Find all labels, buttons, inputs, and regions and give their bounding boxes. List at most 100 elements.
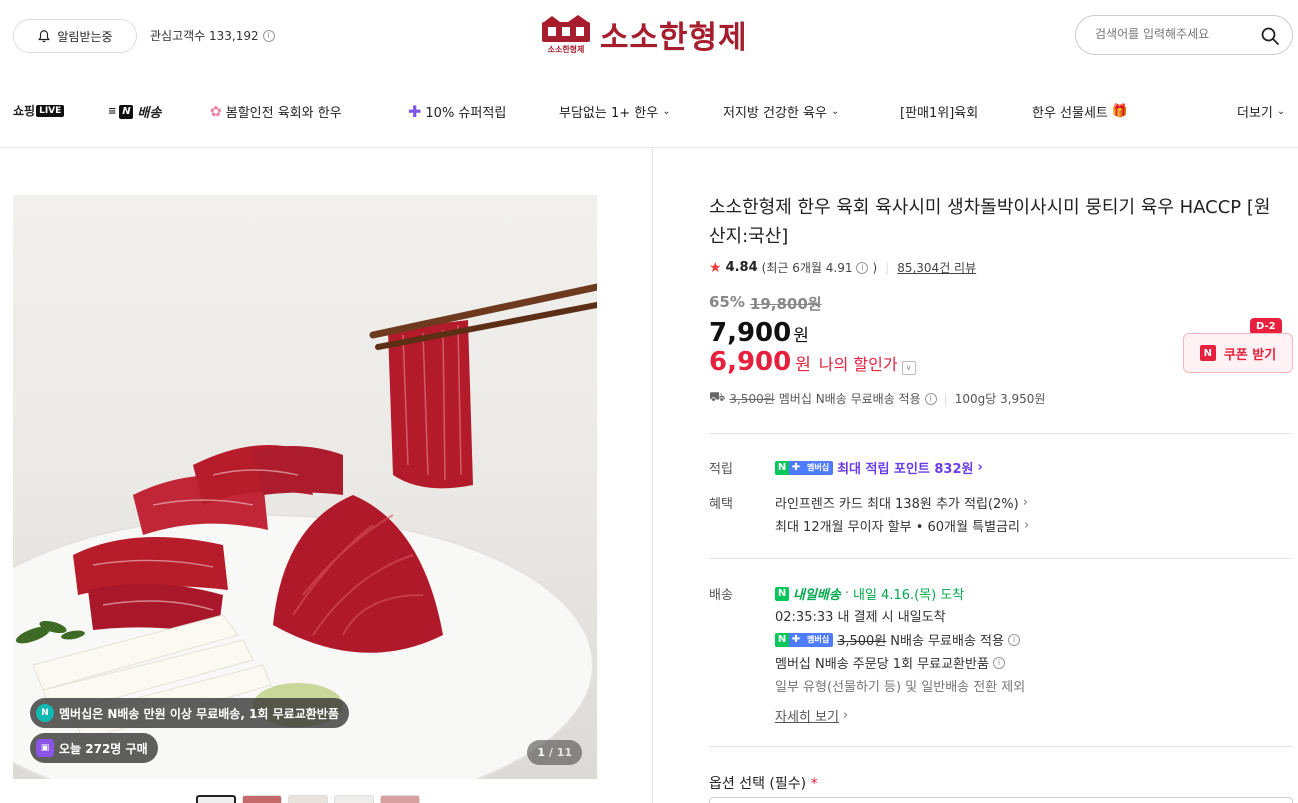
yukhoe-photo (13, 283, 597, 779)
option-select[interactable] (709, 797, 1293, 803)
search-icon[interactable] (1260, 26, 1280, 46)
thumbnail[interactable] (196, 795, 236, 803)
nav-item-gift-set[interactable]: 한우 선물세트 🎁 (1032, 102, 1128, 121)
speed-lines-icon: ≡ (108, 106, 116, 117)
nav-n-delivery[interactable]: ≡ N 배송 (108, 102, 161, 121)
thumbnail[interactable] (334, 795, 374, 803)
my-discount-price[interactable]: 6,900 원 나의 할인가 ∨ (709, 347, 916, 377)
live-badge: LIVE (36, 104, 65, 117)
nav-item-best-yukhoe[interactable]: [판매1위]육회 (900, 102, 978, 121)
star-icon: ★ (709, 259, 722, 276)
delivery-label: 배송 (709, 588, 733, 603)
card-benefit-text: 라인프렌즈 카드 최대 138원 추가 적립(2%) (775, 497, 1019, 512)
nav-item-spring-sale[interactable]: ✿ 봄할인전 육회와 한우 (210, 102, 342, 122)
nav-item-lowfat[interactable]: 저지방 건강한 육우 ⌄ (723, 102, 839, 121)
truck-icon: ⛟ (709, 390, 726, 405)
rating-recent-close: ) (872, 260, 878, 275)
nav-item-label: 봄할인전 육회와 한우 (225, 106, 342, 121)
image-counter: 1 / 11 (527, 740, 582, 765)
fans-label: 관심고객수 133,192 (150, 29, 259, 43)
nav-item-label: 한우 선물세트 (1032, 106, 1108, 121)
alarm-label: 알림받는중 (57, 29, 113, 44)
tomorrow-delivery-badge: N (775, 586, 789, 601)
n-logo-icon: N (119, 104, 134, 119)
deadline-row: 02:35:33 내 결제 시 내일도착 (775, 606, 946, 625)
info-icon[interactable]: i (924, 392, 937, 405)
nav-item-super-points[interactable]: ✚ 10% 슈퍼적립 (408, 102, 506, 121)
nav-shopping-live[interactable]: 쇼핑 LIVE (13, 102, 65, 119)
delivery-detail-link[interactable]: 자세히 보기 › (775, 706, 848, 725)
membership-fee-row: N ✚ 멤버십 3,500원 N배송 무료배송 적용 i (775, 630, 1020, 649)
installment-text: 최대 12개월 무이자 할부 • 60개월 특별금리 (775, 520, 1020, 535)
info-icon[interactable]: i (1007, 633, 1020, 646)
nav-item-label: 저지방 건강한 육우 (723, 106, 827, 121)
membership-badge-icon: N ✚ 멤버십 (775, 460, 834, 475)
rating-recent: (최근 6개월 4.91 (761, 261, 853, 275)
shopping-bag-icon: ▣ (36, 739, 54, 757)
section-divider (709, 746, 1293, 747)
column-divider (652, 148, 653, 803)
separator: | (885, 260, 890, 275)
gift-icon: 🎁 (1111, 104, 1129, 119)
info-icon[interactable]: i (856, 261, 869, 274)
brothers-logo-icon: 소소한형제 (542, 15, 590, 54)
section-divider (709, 433, 1293, 434)
chevron-right-icon: › (1022, 495, 1028, 510)
coupon-button[interactable]: N 쿠폰 받기 (1183, 333, 1293, 373)
thumbnail-strip (196, 795, 420, 803)
plus-icon: ✚ (408, 102, 422, 121)
header-divider (0, 147, 1298, 148)
nav-item-label: 10% 슈퍼적립 (425, 106, 507, 121)
price-value: 7,900 (709, 318, 792, 348)
shipping-summary: ⛟ 3,500원 멤버십 N배송 무료배송 적용 i | 100g당 3,950… (709, 390, 1045, 407)
dot-separator: · (844, 586, 849, 601)
info-icon[interactable]: i (262, 29, 275, 42)
nav-item-hanwoo[interactable]: 부담없는 1+ 한우 ⌄ (559, 102, 671, 121)
nav-item-label: [판매1위]육회 (900, 106, 979, 121)
thumbnail[interactable] (380, 795, 420, 803)
nav-item-label: 부담없는 1+ 한우 (559, 106, 659, 121)
card-benefit-row[interactable]: 라인프렌즈 카드 최대 138원 추가 적립(2%) › (775, 493, 1028, 512)
logo-text: 소소한형제 (600, 19, 748, 56)
counter-total: / 11 (548, 746, 572, 759)
benefit-label: 혜택 (709, 497, 733, 512)
option-label: 옵션 선택 (필수) (709, 776, 807, 792)
price-unit: 원 (793, 326, 809, 346)
discount-row: 65% 19,800원 (709, 293, 822, 314)
tomorrow-badge-text: 내일배송 (793, 588, 841, 603)
shipping-fee-strike: 3,500원 (729, 392, 775, 406)
my-price-unit: 원 (795, 355, 811, 375)
n-delivery-label: 배송 (137, 106, 162, 121)
chevron-down-icon: ⌄ (830, 106, 840, 117)
exception-text: 일부 유형(선물하기 등) 및 일반배송 전환 제외 (775, 680, 1026, 695)
alarm-button[interactable]: 알림받는중 (13, 19, 137, 53)
thumbnail[interactable] (242, 795, 282, 803)
points-label: 적립 (709, 462, 733, 477)
header: 알림받는중 관심고객수 133,192 i 소소한형제 소소한형제 (0, 0, 1298, 70)
rating-row: ★ 4.84 (최근 6개월 4.91 i ) | 85,304건 리뷰 (709, 259, 976, 276)
chevron-right-icon: › (1023, 518, 1030, 533)
chevron-down-icon[interactable]: ∨ (901, 360, 916, 375)
live-text: 쇼핑 (13, 104, 36, 118)
store-logo[interactable]: 소소한형제 소소한형제 (538, 13, 748, 56)
membership-n-icon: N (36, 704, 54, 722)
search-input[interactable] (1095, 27, 1255, 41)
my-price-label: 나의 할인가 (818, 355, 898, 374)
chevron-down-icon: ⌄ (1276, 106, 1286, 117)
today-purchase-badge: ▣ 오늘 272명 구매 (30, 733, 158, 763)
bell-icon (38, 30, 51, 43)
review-count-link[interactable]: 85,304건 리뷰 (897, 259, 976, 276)
installment-row[interactable]: 최대 12개월 무이자 할부 • 60개월 특별금리 › (775, 516, 1029, 535)
n-logo-icon: N (1199, 345, 1216, 361)
product-title: 소소한형제 한우 육회 육사시미 생차돌박이사시미 뭉티기 육우 HACCP [… (709, 197, 1271, 247)
info-icon[interactable]: i (992, 656, 1005, 669)
option-title: 옵션 선택 (필수) * (709, 773, 818, 793)
delivery-fee-text: N배송 무료배송 적용 (890, 634, 1004, 649)
nav-more[interactable]: 더보기 ⌄ (1237, 102, 1285, 121)
logo-mark-text: 소소한형제 (548, 44, 585, 54)
thumbnail[interactable] (288, 795, 328, 803)
category-nav: 쇼핑 LIVE ≡ N 배송 ✿ 봄할인전 육회와 한우 ✚ 10% 슈퍼적립 … (0, 90, 1298, 130)
rating-score: 4.84 (725, 260, 758, 275)
points-row[interactable]: N ✚ 멤버십 최대 적립 포인트 832원 › (775, 458, 983, 477)
product-image[interactable]: N 멤버십은 N배송 만원 이상 무료배송, 1회 무료교환반품 ▣ 오늘 27… (13, 195, 597, 779)
